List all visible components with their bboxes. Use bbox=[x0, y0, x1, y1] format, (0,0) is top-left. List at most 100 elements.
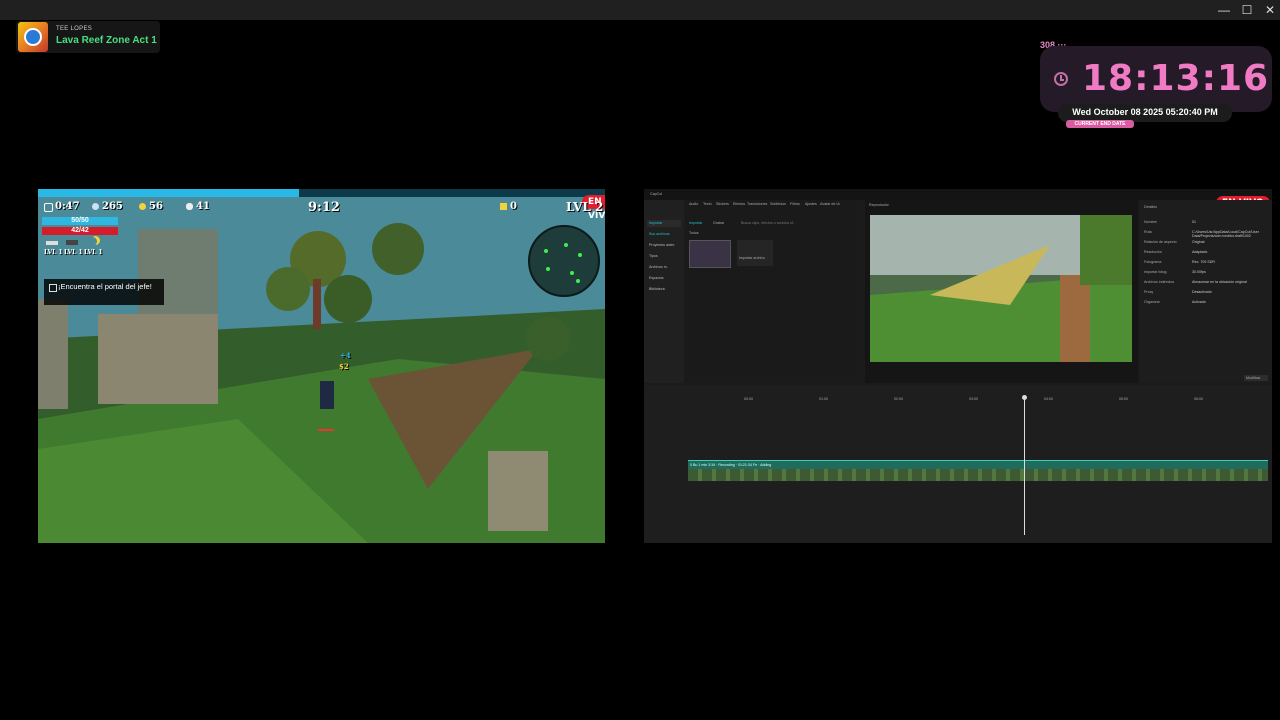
level-progress-fill bbox=[38, 189, 299, 197]
prop-label: Ruta bbox=[1144, 230, 1152, 234]
moon-icon bbox=[88, 237, 97, 246]
weapon-level-2: LVL 1 bbox=[64, 249, 83, 256]
small-timer: 0:47 bbox=[55, 201, 80, 212]
prop-value: Original bbox=[1192, 240, 1205, 244]
ruler-tick: 03:00 bbox=[969, 397, 978, 401]
weapon-level-1: LVL 1 bbox=[44, 249, 63, 256]
game-scene bbox=[38, 189, 605, 543]
prop-label: Organizar bbox=[1144, 300, 1160, 304]
energy-bar: 42/42 bbox=[42, 227, 118, 235]
side-menu-item[interactable]: Archivos m. bbox=[647, 264, 681, 271]
side-menu-item[interactable]: Espacios bbox=[647, 275, 681, 282]
side-menu-item[interactable]: Tipos bbox=[647, 253, 681, 260]
money-popup: $2 bbox=[339, 362, 349, 371]
side-menu-item[interactable]: Biblioteca bbox=[647, 286, 681, 293]
media-panel: Audio Texto Stickers Efectos Transicione… bbox=[685, 200, 863, 383]
modify-button-label: Modificar bbox=[1246, 376, 1261, 380]
media-tab[interactable]: Avatar de IA bbox=[820, 202, 840, 206]
record-button[interactable]: Grabar bbox=[713, 221, 724, 225]
editor-topbar: CapCut bbox=[644, 189, 1272, 200]
quest-text: ¡Encuentra el portal del jefe! bbox=[58, 282, 152, 291]
minimize-button[interactable]: — bbox=[1212, 2, 1236, 18]
playhead[interactable] bbox=[1024, 397, 1025, 535]
prop-value: Adaptado bbox=[1192, 250, 1208, 254]
timeline-clip-label: 0 Bu 1 min 3:34 · Recording · 01:21:34 F… bbox=[690, 463, 772, 467]
date-tag: CURRENT END DATE bbox=[1066, 120, 1134, 128]
currency-icon bbox=[500, 203, 507, 210]
minimap-dot bbox=[564, 243, 568, 247]
close-button[interactable]: ✕ bbox=[1258, 2, 1280, 18]
coin-icon bbox=[139, 203, 146, 210]
window-titlebar: — ☐ ✕ bbox=[0, 0, 1280, 20]
side-menu-item[interactable]: Importar bbox=[647, 220, 681, 227]
now-playing-card: TEE LOPES Lava Reef Zone Act 1 bbox=[16, 21, 160, 53]
media-tab[interactable]: Efectos bbox=[733, 202, 745, 206]
weapon-icon-2 bbox=[66, 240, 78, 245]
playhead-handle[interactable] bbox=[1022, 395, 1027, 400]
editor-capture: CapCut EN VIVO Importar Sus archivos Pro… bbox=[644, 189, 1272, 543]
gem-icon bbox=[92, 203, 99, 210]
prop-label: Relación de aspecto bbox=[1144, 240, 1177, 244]
round-timer: 9:12 bbox=[308, 200, 340, 215]
coin-count: 56 bbox=[149, 201, 163, 212]
media-add-tile[interactable] bbox=[737, 240, 773, 266]
timeline-track[interactable]: 0 Bu 1 min 3:34 · Recording · 01:21:34 F… bbox=[688, 460, 1268, 481]
media-tab[interactable]: Transiciones bbox=[747, 202, 767, 206]
ruler-tick: 05:00 bbox=[1119, 397, 1128, 401]
hp-bar: 50/50 bbox=[42, 217, 118, 225]
prop-label: Fotograma bbox=[1144, 260, 1162, 264]
weapon-icon-1 bbox=[46, 241, 58, 245]
preview-title: Reproductor bbox=[869, 203, 889, 207]
prop-value: Rec. 709 SDR bbox=[1192, 260, 1215, 264]
minimap bbox=[528, 225, 600, 297]
damage-popup: +4 bbox=[340, 351, 351, 360]
prop-value: Almacenar en la ubicación original bbox=[1192, 280, 1247, 284]
media-search-input[interactable]: Busca clips, efectos o sonidos IA bbox=[741, 221, 794, 225]
minimap-dot bbox=[546, 267, 550, 271]
ruler-tick: 02:00 bbox=[894, 397, 903, 401]
ruler-tick: 01:00 bbox=[819, 397, 828, 401]
quest-tooltip: ¡Encuentra el portal del jefe! bbox=[44, 279, 164, 305]
media-tab[interactable]: Ajustes bbox=[805, 202, 817, 206]
media-tag[interactable]: Todos bbox=[689, 231, 699, 235]
editor-app-name: CapCut bbox=[650, 192, 663, 196]
side-menu-item[interactable]: Proyectos anter. bbox=[647, 242, 681, 249]
maximize-button[interactable]: ☐ bbox=[1235, 2, 1259, 18]
kill-count: 41 bbox=[196, 201, 210, 212]
ruler-tick: 00:00 bbox=[744, 397, 753, 401]
prop-value: 30.00fps bbox=[1192, 270, 1206, 274]
now-playing-song: Lava Reef Zone Act 1 bbox=[56, 35, 157, 46]
album-art bbox=[18, 22, 48, 52]
prop-label: Proxy bbox=[1144, 290, 1154, 294]
minimap-dot bbox=[570, 271, 574, 275]
clock-icon bbox=[1054, 72, 1068, 86]
modify-button[interactable]: Modificar bbox=[1244, 375, 1268, 381]
prop-value: C:/Users/Usr/AppData/Local/CapCut/User D… bbox=[1192, 230, 1259, 238]
media-tab[interactable]: Filtros bbox=[790, 202, 800, 206]
player-level: LVL 2 bbox=[566, 200, 604, 214]
minimap-dot bbox=[544, 249, 548, 253]
minimap-dot bbox=[576, 279, 580, 283]
media-tab[interactable]: Stickers bbox=[716, 202, 729, 206]
media-tab[interactable]: Texto bbox=[703, 202, 712, 206]
timeline: 00:00 01:00 02:00 03:00 04:00 05:00 06:00 0 Bu… bbox=[644, 385, 1272, 543]
prop-label: Resolución bbox=[1144, 250, 1162, 254]
ruler-tick: 06:00 bbox=[1194, 397, 1203, 401]
media-tab[interactable]: Audio bbox=[689, 202, 698, 206]
quest-checkbox bbox=[49, 284, 57, 292]
media-tab[interactable]: Subtítulos bbox=[770, 202, 786, 206]
clock-date: Wed October 08 2025 05:20:40 PM bbox=[1072, 107, 1218, 117]
prop-label: Archivos indirectos bbox=[1144, 280, 1175, 284]
media-add-label: Importar archivo bbox=[739, 256, 765, 260]
clock-time: 18:13:16 bbox=[1082, 58, 1270, 99]
minimap-dot bbox=[578, 253, 582, 257]
import-button[interactable]: Importar bbox=[689, 221, 702, 225]
currency-count: 0 bbox=[510, 201, 517, 212]
preview-video[interactable] bbox=[870, 215, 1132, 362]
side-menu-item[interactable]: Sus archivos bbox=[647, 231, 681, 238]
skull-icon bbox=[186, 203, 193, 210]
weapon-level-3: LVL 1 bbox=[84, 249, 103, 256]
media-thumbnail[interactable] bbox=[689, 240, 731, 268]
timeline-filmstrip bbox=[688, 469, 1268, 481]
prop-label: Nombre bbox=[1144, 220, 1157, 224]
